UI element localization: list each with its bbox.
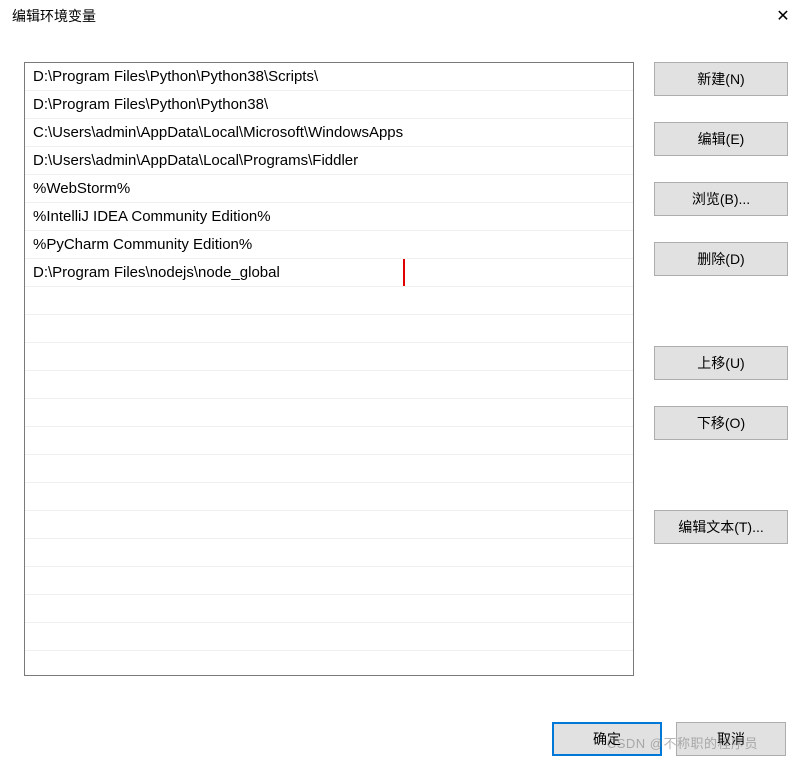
path-list-item — [25, 287, 633, 315]
window-title: 编辑环境变量 — [12, 6, 96, 26]
path-list-item — [25, 567, 633, 595]
path-list-item — [25, 539, 633, 567]
path-list-item[interactable]: %WebStorm% — [25, 175, 633, 203]
path-list-item — [25, 371, 633, 399]
path-list[interactable]: D:\Program Files\Python\Python38\Scripts… — [24, 62, 634, 676]
path-list-item[interactable]: D:\Program Files\Python\Python38\ — [25, 91, 633, 119]
path-list-item[interactable]: D:\Program Files\nodejs\node_global — [25, 259, 633, 287]
path-list-item — [25, 595, 633, 623]
path-list-item — [25, 427, 633, 455]
cancel-button[interactable]: 取消 — [676, 722, 786, 756]
browse-button[interactable]: 浏览(B)... — [654, 182, 788, 216]
path-list-item — [25, 343, 633, 371]
footer-buttons: 确定 取消 — [552, 722, 786, 756]
delete-button[interactable]: 删除(D) — [654, 242, 788, 276]
button-column: 新建(N) 编辑(E) 浏览(B)... 删除(D) 上移(U) 下移(O) 编… — [654, 62, 788, 676]
close-button[interactable]: ✕ — [760, 0, 806, 32]
path-list-item[interactable]: C:\Users\admin\AppData\Local\Microsoft\W… — [25, 119, 633, 147]
edit-button[interactable]: 编辑(E) — [654, 122, 788, 156]
path-list-item[interactable]: %PyCharm Community Edition% — [25, 231, 633, 259]
path-list-item — [25, 511, 633, 539]
new-button[interactable]: 新建(N) — [654, 62, 788, 96]
path-list-item[interactable]: D:\Program Files\Python\Python38\Scripts… — [25, 63, 633, 91]
edit-text-button[interactable]: 编辑文本(T)... — [654, 510, 788, 544]
path-list-item — [25, 623, 633, 651]
ok-button[interactable]: 确定 — [552, 722, 662, 756]
titlebar: 编辑环境变量 ✕ — [0, 0, 806, 32]
path-list-item — [25, 315, 633, 343]
path-list-item[interactable]: %IntelliJ IDEA Community Edition% — [25, 203, 633, 231]
close-icon: ✕ — [776, 6, 789, 26]
content-area: D:\Program Files\Python\Python38\Scripts… — [0, 32, 806, 676]
path-list-item — [25, 483, 633, 511]
path-list-item — [25, 399, 633, 427]
path-list-item — [25, 455, 633, 483]
move-down-button[interactable]: 下移(O) — [654, 406, 788, 440]
move-up-button[interactable]: 上移(U) — [654, 346, 788, 380]
path-list-item[interactable]: D:\Users\admin\AppData\Local\Programs\Fi… — [25, 147, 633, 175]
